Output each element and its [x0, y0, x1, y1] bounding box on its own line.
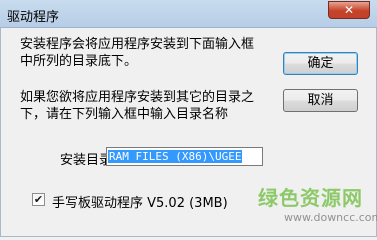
- install-dir-value: RAM FILES (X86)\UGEE: [108, 150, 243, 163]
- watermark-url: www.downcc.com: [284, 211, 377, 224]
- install-info-line-1: 安装程序会将应用程序安装到下面输入框: [20, 37, 255, 52]
- install-info-text: 安装程序会将应用程序安装到下面输入框 中所列的目录底下。: [20, 36, 254, 70]
- change-dir-text: 如果您欲将应用程序安装到其它的目录之 下，请在下列输入框中输入目录名称: [20, 89, 254, 123]
- install-dir-input[interactable]: RAM FILES (X86)\UGEE: [106, 147, 263, 166]
- change-dir-line-2: 下，请在下列输入框中输入目录名称: [20, 107, 229, 122]
- window-title: 驱动程序: [7, 10, 60, 25]
- cancel-button[interactable]: 取消: [283, 89, 358, 112]
- close-icon: ✕: [343, 3, 355, 17]
- watermark-logo: 绿色资源网: [258, 186, 363, 210]
- component-label[interactable]: 手写板驱动程序 V5.02 (3MB): [52, 192, 228, 211]
- title-bar[interactable]: 驱动程序 ✕: [0, 0, 377, 28]
- close-button[interactable]: ✕: [328, 1, 370, 19]
- watermark: 绿色资源网 www.downcc.com: [258, 182, 377, 224]
- change-dir-line-1: 如果您欲将应用程序安装到其它的目录之: [20, 90, 255, 105]
- component-checkbox[interactable]: ✔: [32, 193, 45, 206]
- ok-button[interactable]: 确定: [283, 52, 358, 75]
- install-info-line-2: 中所列的目录底下。: [20, 54, 138, 69]
- checkmark-icon: ✔: [33, 193, 44, 206]
